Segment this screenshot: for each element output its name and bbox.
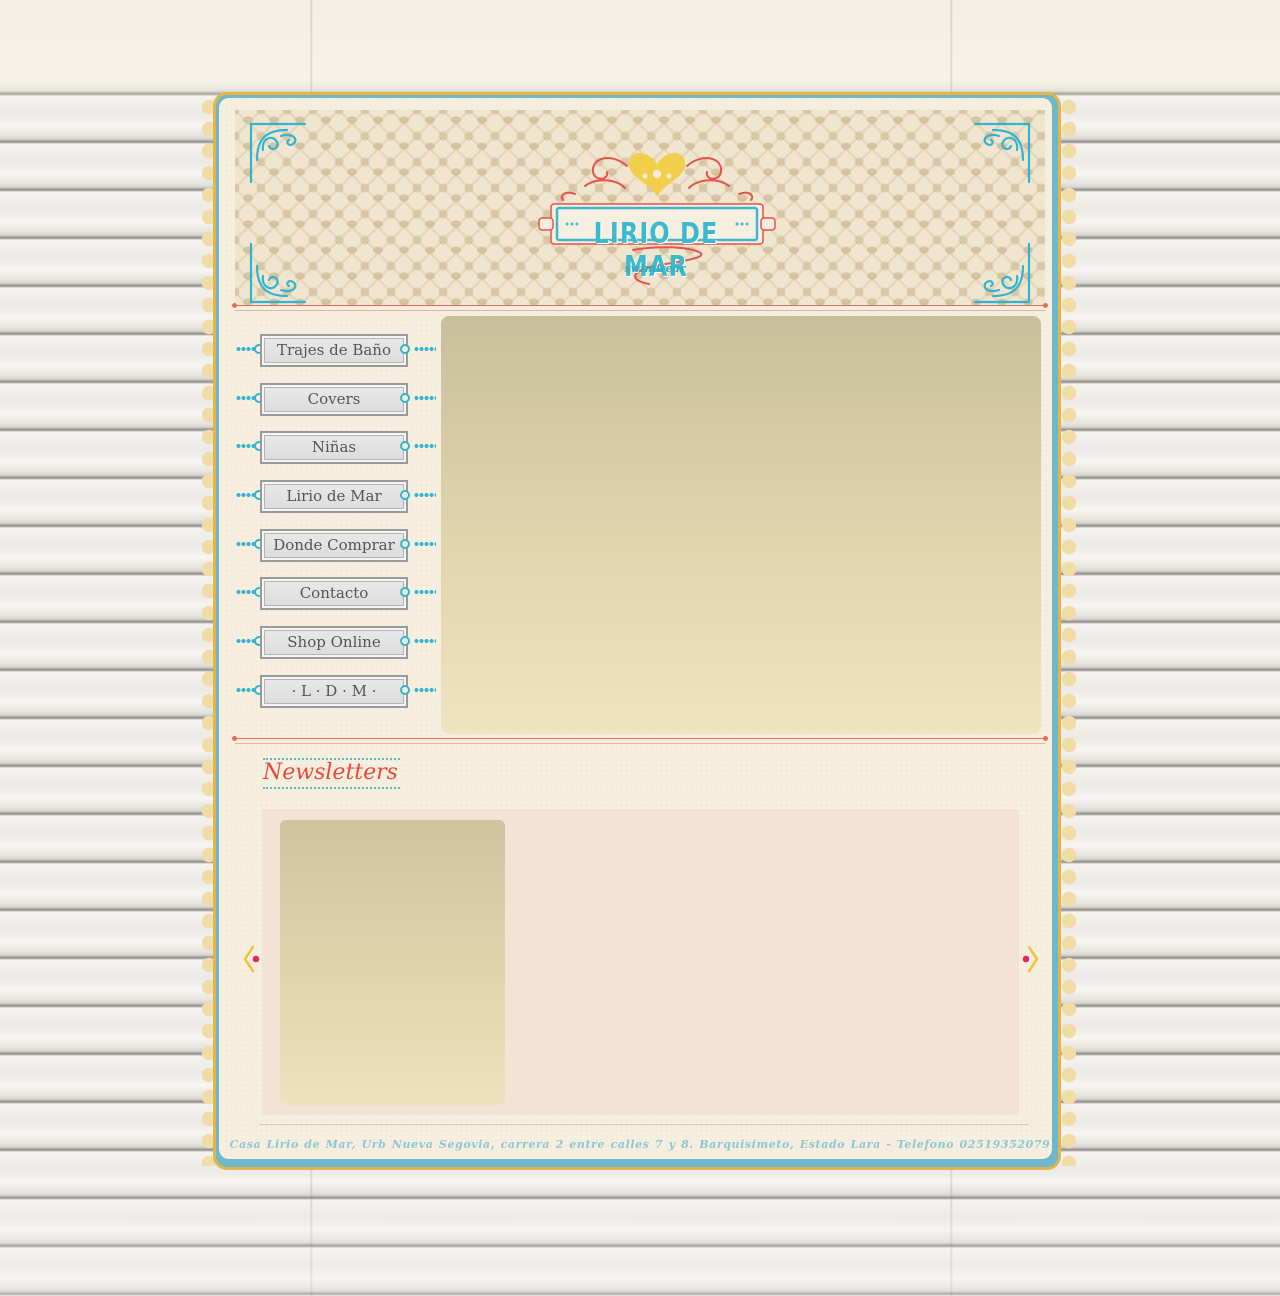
nav-item-donde-comprar[interactable]: Donde Comprar [236,528,436,563]
nav-item-contacto[interactable]: Contacto [236,577,436,611]
nav-dots-decoration [414,638,436,645]
nav-dots-decoration [414,346,436,352]
newsletters-carousel [262,809,1019,1115]
nav-dots-decoration [414,394,436,401]
nav-ring-decoration [400,587,410,598]
main-card: LIRIO DE MAR swimwear Trajes de Baño Cov… [213,92,1061,1170]
nav-item-covers[interactable]: Covers [236,382,436,417]
nav-ring-decoration [400,684,410,695]
nav-dots-decoration [414,492,436,499]
corner-ornament-icon [249,242,307,304]
nav-item-label: Covers [260,382,408,416]
footer-address: Casa Lirio de Mar, Urb Nueva Segovia, ca… [229,1138,1051,1151]
corner-ornament-icon [973,242,1031,304]
header-pattern: LIRIO DE MAR swimwear [235,110,1045,306]
newsletters-heading: Newsletters [263,758,400,789]
divider-rule [232,736,1048,744]
nav-ring-decoration [400,441,410,452]
newsletter-thumbnail[interactable] [280,820,505,1105]
page-bottom-band [0,1178,1280,1296]
nav-dots-decoration [414,589,436,596]
nav-ring-decoration [400,636,410,647]
nav-item-ninas[interactable]: Niñas [236,431,436,465]
nav-ring-decoration [400,538,410,549]
corner-ornament-icon [249,122,307,184]
nav-item-ldm[interactable]: · L · D · M · [236,674,436,709]
divider-rule [232,303,1048,311]
card-scallop-edge-right [1062,96,1076,1166]
nav-item-label: Lirio de Mar [260,480,408,514]
nav-item-lirio-de-mar[interactable]: Lirio de Mar [236,480,436,514]
nav-item-shop-online[interactable]: Shop Online [236,626,436,660]
footer-divider [259,1124,1029,1130]
nav-dots-decoration [414,540,436,547]
carousel-next-arrow-icon[interactable] [1019,944,1041,974]
brand-tagline: swimwear [624,262,686,275]
main-nav: Trajes de Baño Covers Niñas Lirio de Mar… [236,334,436,724]
nav-item-label: Niñas [260,431,408,465]
nav-item-label: Shop Online [260,626,408,660]
nav-item-label: Contacto [260,577,408,611]
main-card-inner: LIRIO DE MAR swimwear Trajes de Baño Cov… [219,98,1052,1159]
nav-item-label: · L · D · M · [260,674,408,708]
nav-dots-decoration [414,443,436,450]
page-top-band [0,0,1280,100]
brand-logo[interactable]: LIRIO DE MAR swimwear [515,138,799,298]
nav-dots-decoration [414,686,436,693]
hero-slideshow[interactable] [441,316,1041,734]
corner-ornament-icon [973,122,1031,184]
carousel-prev-arrow-icon[interactable] [241,944,263,974]
nav-ring-decoration [400,344,410,354]
nav-item-label: Trajes de Baño [260,334,408,367]
nav-ring-decoration [400,392,410,403]
nav-ring-decoration [400,490,410,501]
nav-item-trajes-de-bano[interactable]: Trajes de Baño [236,334,436,368]
nav-item-label: Donde Comprar [260,528,408,562]
